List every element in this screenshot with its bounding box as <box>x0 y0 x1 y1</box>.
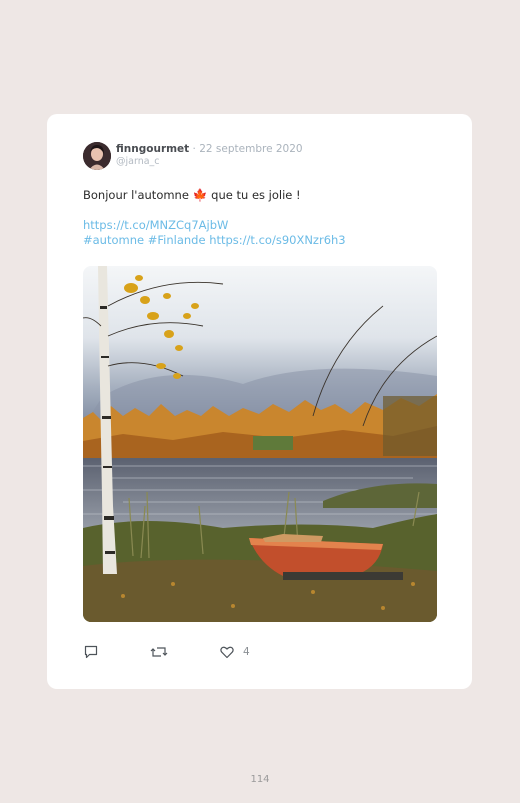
heart-icon <box>220 646 234 659</box>
tweet-link[interactable]: https://t.co/MNZCq7AjbW <box>83 218 228 232</box>
text-before: Bonjour l'automne <box>83 188 193 202</box>
tweet-links: https://t.co/MNZCq7AjbW #automne #Finlan… <box>83 218 346 248</box>
retweet-button[interactable] <box>150 644 168 660</box>
author-name[interactable]: finngourmet <box>116 143 189 155</box>
tweet-photo[interactable] <box>83 266 437 622</box>
retweet-icon <box>150 647 168 657</box>
like-button[interactable] <box>219 644 235 660</box>
reply-button[interactable] <box>83 644 99 660</box>
page-number: 114 <box>250 774 270 785</box>
maple-leaf-emoji: 🍁 <box>192 188 208 202</box>
tweet-actions: 4 <box>83 644 437 662</box>
text-after: que tu es jolie ! <box>207 188 301 202</box>
tweet-link-2[interactable]: https://t.co/s90XNzr6h3 <box>209 233 345 247</box>
tweet-date[interactable]: 22 septembre 2020 <box>199 143 302 155</box>
avatar[interactable] <box>83 142 111 170</box>
separator: · <box>189 143 200 155</box>
speech-bubble-icon <box>84 645 98 659</box>
like-count: 4 <box>243 646 250 658</box>
author-handle[interactable]: @jarna_c <box>116 156 160 167</box>
tweet-header: finngourmet · 22 septembre 2020 <box>116 143 303 155</box>
tweet-card: finngourmet · 22 septembre 2020 @jarna_c… <box>47 114 472 689</box>
tweet-text: Bonjour l'automne 🍁 que tu es jolie ! <box>83 188 301 203</box>
hashtags[interactable]: #automne #Finlande <box>83 233 206 247</box>
